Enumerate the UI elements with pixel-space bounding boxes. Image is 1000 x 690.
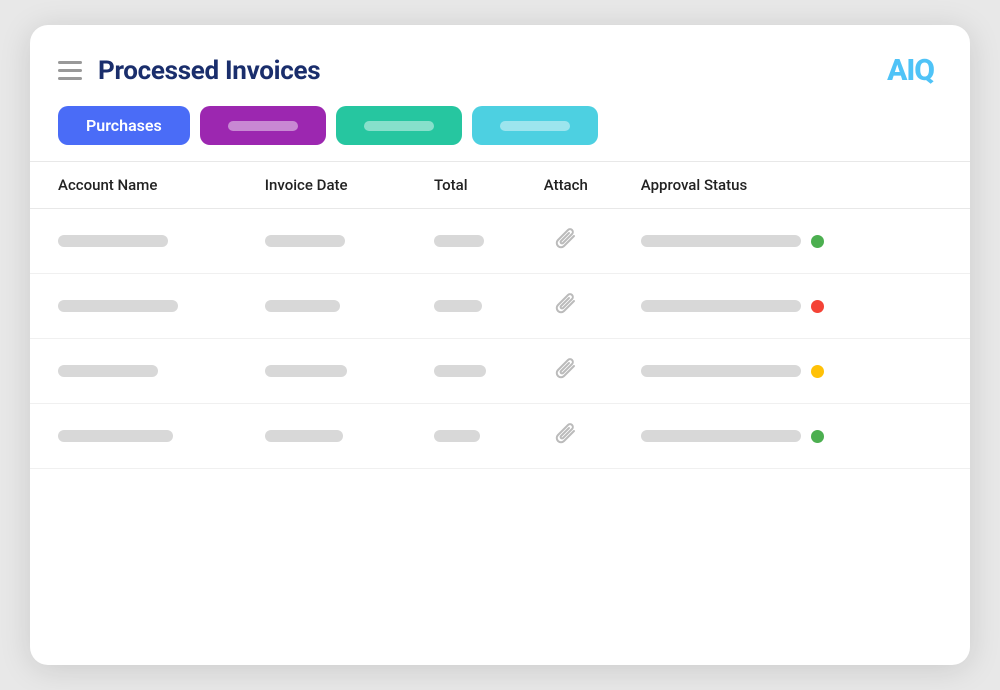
cell-status-1 xyxy=(613,274,970,339)
tab-4[interactable] xyxy=(472,106,598,145)
status-dot-green xyxy=(811,235,824,248)
logo-text: AI xyxy=(887,53,914,88)
status-cell-2 xyxy=(641,365,942,378)
tab-4-placeholder xyxy=(500,121,570,131)
hamburger-icon[interactable] xyxy=(58,61,82,80)
cell-status-2 xyxy=(613,339,970,404)
date-skeleton xyxy=(265,365,347,377)
status-bar xyxy=(641,430,801,442)
cell-attach-0 xyxy=(519,209,613,274)
col-header-date: Invoice Date xyxy=(237,162,406,209)
header-left: Processed Invoices xyxy=(58,56,320,86)
cell-status-3 xyxy=(613,404,970,469)
status-dot-red xyxy=(811,300,824,313)
table-row[interactable] xyxy=(30,209,970,274)
page-title: Processed Invoices xyxy=(98,56,320,86)
logo-accent: Q xyxy=(914,53,934,88)
account-skeleton xyxy=(58,235,168,247)
table-row[interactable] xyxy=(30,274,970,339)
paperclip-icon xyxy=(519,292,613,320)
cell-total-0 xyxy=(406,209,519,274)
cell-account-3 xyxy=(30,404,237,469)
status-cell-1 xyxy=(641,300,942,313)
date-skeleton xyxy=(265,300,340,312)
logo: AIQ xyxy=(887,53,934,88)
cell-total-3 xyxy=(406,404,519,469)
col-header-total: Total xyxy=(406,162,519,209)
tabs-row: Purchases xyxy=(30,106,970,145)
tab-2[interactable] xyxy=(200,106,326,145)
col-header-account: Account Name xyxy=(30,162,237,209)
col-header-attach: Attach xyxy=(519,162,613,209)
header: Processed Invoices AIQ xyxy=(30,25,970,106)
cell-attach-2 xyxy=(519,339,613,404)
invoices-table: Account Name Invoice Date Total Attach A… xyxy=(30,161,970,469)
col-header-status: Approval Status xyxy=(613,162,970,209)
cell-total-2 xyxy=(406,339,519,404)
cell-account-2 xyxy=(30,339,237,404)
cell-account-1 xyxy=(30,274,237,339)
tab-purchases[interactable]: Purchases xyxy=(58,106,190,145)
cell-total-1 xyxy=(406,274,519,339)
cell-date-3 xyxy=(237,404,406,469)
status-bar xyxy=(641,300,801,312)
total-skeleton xyxy=(434,235,484,247)
table-row[interactable] xyxy=(30,404,970,469)
cell-account-0 xyxy=(30,209,237,274)
table-header-row: Account Name Invoice Date Total Attach A… xyxy=(30,162,970,209)
cell-date-1 xyxy=(237,274,406,339)
tab-3-placeholder xyxy=(364,121,434,131)
tab-purchases-label: Purchases xyxy=(86,116,162,135)
total-skeleton xyxy=(434,300,482,312)
account-skeleton xyxy=(58,430,173,442)
table-wrap: Account Name Invoice Date Total Attach A… xyxy=(30,161,970,469)
cell-attach-1 xyxy=(519,274,613,339)
status-bar xyxy=(641,235,801,247)
status-bar xyxy=(641,365,801,377)
account-skeleton xyxy=(58,365,158,377)
status-dot-yellow xyxy=(811,365,824,378)
cell-attach-3 xyxy=(519,404,613,469)
tab-2-placeholder xyxy=(228,121,298,131)
main-card: Processed Invoices AIQ Purchases Account… xyxy=(30,25,970,665)
cell-status-0 xyxy=(613,209,970,274)
paperclip-icon xyxy=(519,357,613,385)
status-dot-green xyxy=(811,430,824,443)
table-row[interactable] xyxy=(30,339,970,404)
paperclip-icon xyxy=(519,227,613,255)
status-cell-0 xyxy=(641,235,942,248)
date-skeleton xyxy=(265,235,345,247)
paperclip-icon xyxy=(519,422,613,450)
account-skeleton xyxy=(58,300,178,312)
status-cell-3 xyxy=(641,430,942,443)
date-skeleton xyxy=(265,430,343,442)
total-skeleton xyxy=(434,365,486,377)
total-skeleton xyxy=(434,430,480,442)
cell-date-0 xyxy=(237,209,406,274)
tab-3[interactable] xyxy=(336,106,462,145)
cell-date-2 xyxy=(237,339,406,404)
